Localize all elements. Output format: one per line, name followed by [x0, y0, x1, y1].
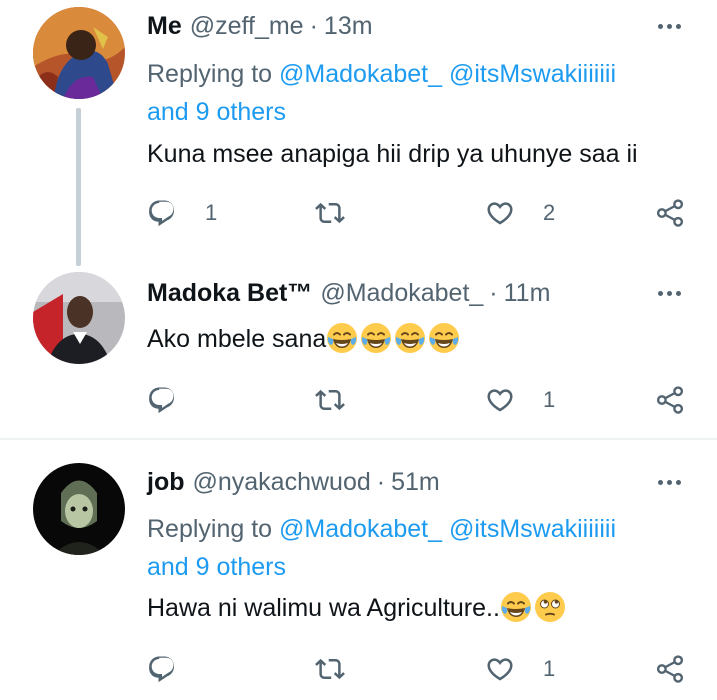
more-icon[interactable]	[651, 470, 687, 494]
like-count: 2	[543, 200, 556, 225]
author-handle[interactable]: @zeff_me	[190, 12, 304, 41]
action-bar: 1	[147, 652, 692, 686]
tweet-text: Kuna msee anapiga hii drip ya uhunye saa…	[147, 136, 638, 172]
tweet[interactable]: Me @zeff_me · 13m Replying to @Madokabet…	[0, 0, 717, 266]
others-link[interactable]: and 9 others	[147, 553, 286, 581]
author-handle[interactable]: @nyakachwuod	[193, 468, 371, 497]
like-button[interactable]: 2	[485, 196, 555, 230]
like-icon	[485, 385, 515, 415]
tweet[interactable]: Madoka Bet™ @Madokabet_ · 11m Ako mbele …	[0, 258, 717, 438]
like-icon	[485, 654, 515, 684]
author-handle[interactable]: @Madokabet_	[320, 279, 483, 308]
share-button[interactable]	[655, 652, 685, 686]
like-button[interactable]: 1	[485, 383, 555, 417]
mention-link[interactable]: @Madokabet_	[279, 60, 442, 88]
share-button[interactable]	[655, 196, 685, 230]
tweet-header: Madoka Bet™ @Madokabet_ · 11m	[147, 275, 687, 311]
reply-count: 1	[205, 200, 218, 225]
tears-of-joy-emoji	[394, 322, 426, 354]
like-count: 1	[543, 387, 556, 412]
action-bar: 1	[147, 383, 692, 417]
reply-icon	[147, 654, 177, 684]
retweet-icon	[315, 385, 345, 415]
tweet-text: Hawa ni walimu wa Agriculture..	[147, 590, 568, 626]
share-icon	[655, 385, 685, 415]
reply-icon	[147, 198, 177, 228]
reply-icon	[147, 385, 177, 415]
separator: ·	[376, 467, 386, 496]
replying-to: Replying to @Madokabet_ @itsMswakiiiiiii…	[147, 510, 687, 586]
tweet-text-content: Ako mbele sana	[147, 325, 327, 353]
retweet-icon	[315, 654, 345, 684]
replying-to: Replying to @Madokabet_ @itsMswakiiiiiii…	[147, 55, 687, 131]
action-bar: 1 2	[147, 196, 692, 230]
tweet-text: Ako mbele sana	[147, 321, 462, 357]
author-name[interactable]: job	[147, 468, 185, 497]
like-button[interactable]: 1	[485, 652, 555, 686]
avatar[interactable]	[33, 7, 125, 99]
share-button[interactable]	[655, 383, 685, 417]
like-icon	[485, 198, 515, 228]
author-name[interactable]: Me	[147, 12, 182, 41]
reply-button[interactable]	[147, 383, 205, 417]
share-icon	[655, 198, 685, 228]
tweet-header: job @nyakachwuod · 51m	[147, 464, 687, 500]
tears-of-joy-emoji	[326, 322, 358, 354]
replying-to-label: Replying to	[147, 515, 280, 543]
mention-link[interactable]: @itsMswakiiiiiii	[449, 60, 616, 88]
more-icon[interactable]	[651, 14, 687, 38]
retweet-button[interactable]	[315, 383, 373, 417]
author-name[interactable]: Madoka Bet™	[147, 279, 312, 308]
timestamp[interactable]: 13m	[324, 12, 373, 41]
rolling-eyes-emoji	[534, 591, 566, 623]
reply-button[interactable]: 1	[147, 196, 217, 230]
thread-line	[76, 108, 81, 266]
more-icon[interactable]	[651, 281, 687, 305]
avatar[interactable]	[33, 272, 125, 364]
share-icon	[655, 654, 685, 684]
replying-to-label: Replying to	[147, 60, 280, 88]
mention-link[interactable]: @Madokabet_	[279, 515, 442, 543]
tweet[interactable]: job @nyakachwuod · 51m Replying to @Mado…	[0, 440, 717, 700]
tears-of-joy-emoji	[500, 591, 532, 623]
retweet-button[interactable]	[315, 652, 373, 686]
mention-link[interactable]: @itsMswakiiiiiii	[449, 515, 616, 543]
timestamp[interactable]: 51m	[391, 468, 440, 497]
tweet-header: Me @zeff_me · 13m	[147, 8, 687, 44]
retweet-icon	[315, 198, 345, 228]
others-link[interactable]: and 9 others	[147, 98, 286, 126]
tears-of-joy-emoji	[428, 322, 460, 354]
like-count: 1	[543, 656, 556, 681]
tears-of-joy-emoji	[360, 322, 392, 354]
separator: ·	[309, 11, 318, 40]
tweet-text-content: Hawa ni walimu wa Agriculture..	[147, 594, 500, 622]
timestamp[interactable]: 11m	[504, 279, 551, 308]
reply-button[interactable]	[147, 652, 205, 686]
separator: ·	[489, 278, 498, 307]
tweet-text-content: Kuna msee anapiga hii drip ya uhunye saa…	[147, 140, 638, 168]
avatar[interactable]	[33, 463, 125, 555]
retweet-button[interactable]	[315, 196, 373, 230]
